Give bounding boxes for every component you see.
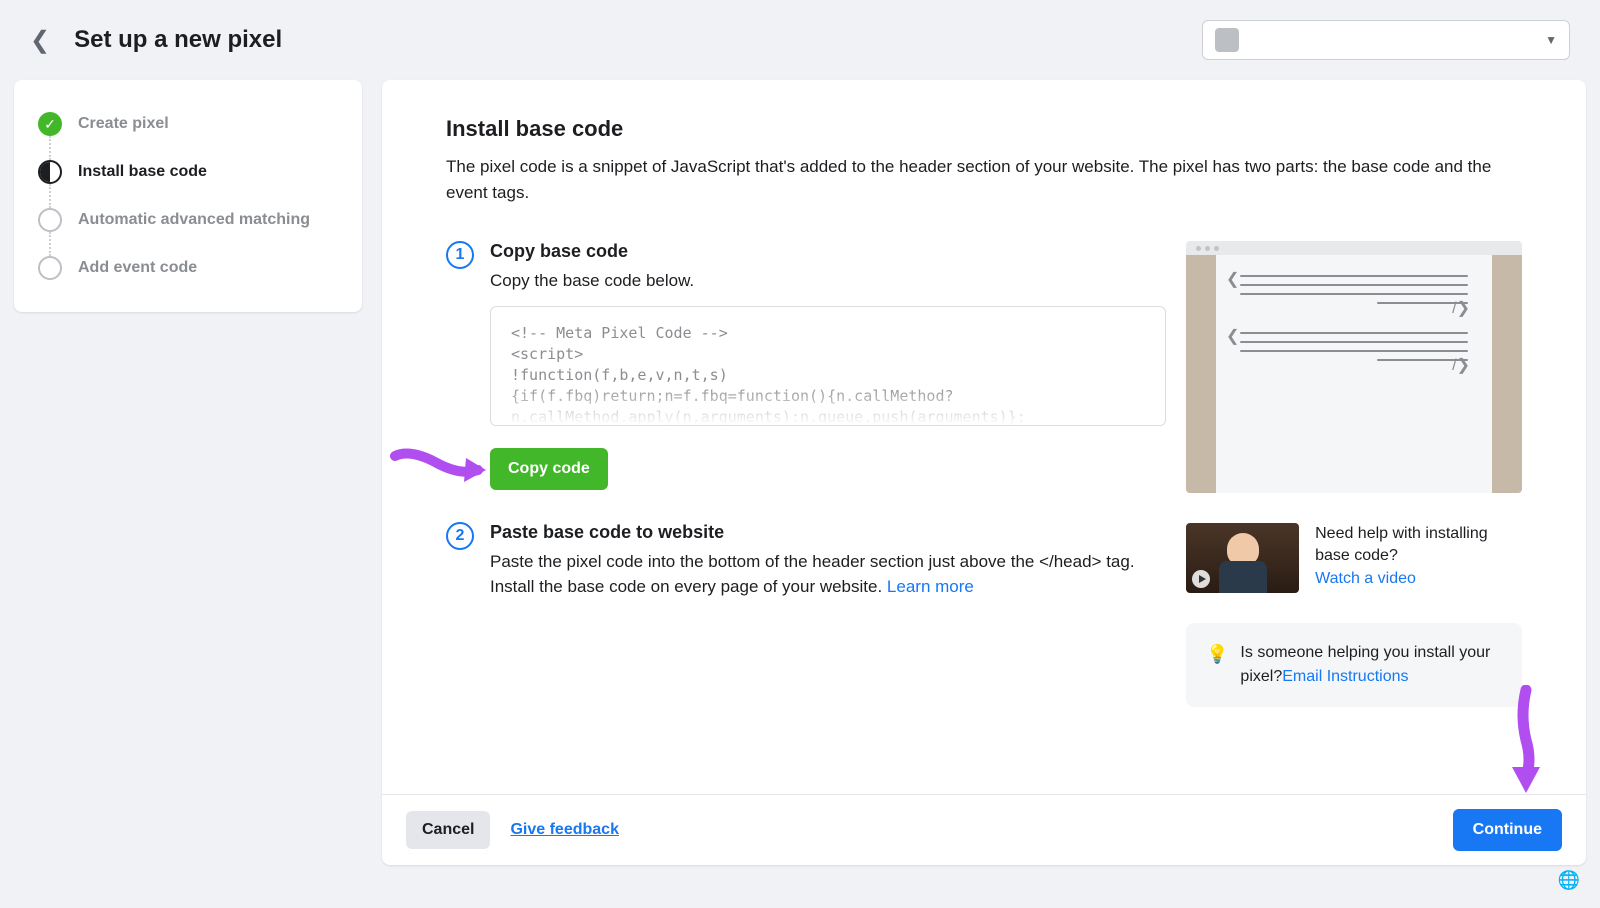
help-text: Need help with installing base code? [1315,525,1488,564]
play-icon [1192,570,1210,588]
give-feedback-link[interactable]: Give feedback [510,821,619,839]
number-badge-2: 2 [446,522,474,550]
substep-copy-code: 1 Copy base code Copy the base code belo… [446,241,1166,494]
substep-paste-code: 2 Paste base code to website Paste the p… [446,522,1166,600]
step-add-event-code[interactable]: Add event code [38,256,338,280]
check-icon: ✓ [38,112,62,136]
annotation-arrow-icon [390,444,490,494]
cancel-button[interactable]: Cancel [406,811,490,849]
watch-video-link[interactable]: Watch a video [1315,570,1416,587]
learn-more-link[interactable]: Learn more [887,577,974,596]
step-create-pixel[interactable]: ✓ Create pixel [38,112,338,160]
substep-title: Copy base code [490,241,1166,262]
pending-circle-icon [38,208,62,232]
page-header: ❮ Set up a new pixel ▼ [0,0,1600,80]
lightbulb-icon: 💡 [1206,641,1228,689]
substep-desc: Copy the base code below. [490,268,1166,294]
continue-button[interactable]: Continue [1453,809,1562,851]
pending-circle-icon [38,256,62,280]
substep-desc: Paste the pixel code into the bottom of … [490,549,1166,600]
email-instructions-box: 💡 Is someone helping you install your pi… [1186,623,1522,707]
step-automatic-matching[interactable]: Automatic advanced matching [38,208,338,256]
account-selector[interactable]: ▼ [1202,20,1570,60]
steps-sidebar: ✓ Create pixel Install base code Automat… [14,80,362,312]
main-title: Install base code [446,116,1522,142]
help-video-thumbnail[interactable] [1186,523,1299,593]
footer: Cancel Give feedback Continue [382,794,1586,865]
substep-title: Paste base code to website [490,522,1166,543]
globe-icon[interactable]: 🌐 [1558,870,1580,891]
chevron-down-icon: ▼ [1545,33,1557,47]
avatar-icon [1215,28,1239,52]
email-instructions-link[interactable]: Email Instructions [1282,668,1408,685]
back-icon[interactable]: ❮ [30,26,50,55]
number-badge-1: 1 [446,241,474,269]
main-description: The pixel code is a snippet of JavaScrip… [446,154,1522,205]
page-title: Set up a new pixel [74,26,282,54]
copy-code-button[interactable]: Copy code [490,448,608,490]
code-snippet[interactable]: <!-- Meta Pixel Code --> <script> !funct… [490,306,1166,426]
code-placement-illustration: ❮ /❯ ❮ [1186,241,1522,493]
main-panel: Install base code The pixel code is a sn… [382,80,1586,865]
step-install-base-code[interactable]: Install base code [38,160,338,208]
half-circle-icon [38,160,62,184]
